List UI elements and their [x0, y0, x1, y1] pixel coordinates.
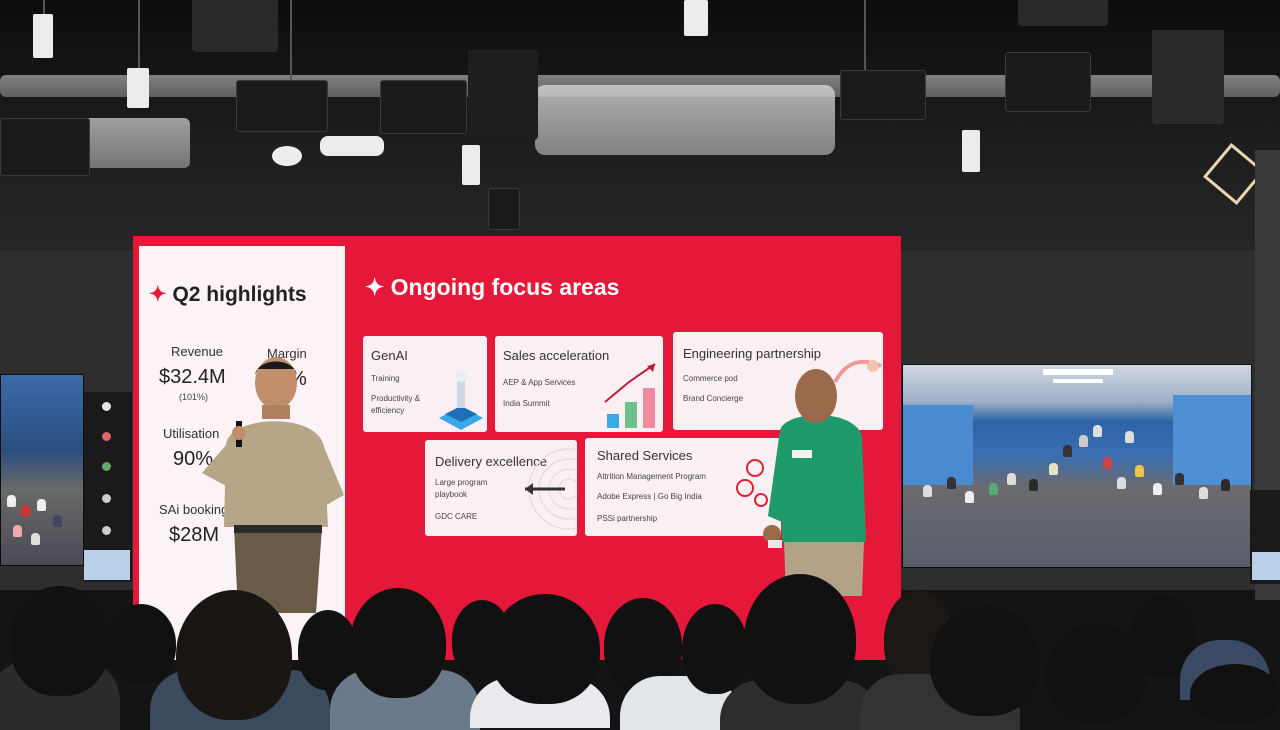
attendee: [7, 495, 16, 507]
light-fixture: [127, 68, 149, 108]
attendee: [53, 515, 62, 527]
attendee: [923, 485, 932, 497]
q2-highlights-title: Q2 highlights: [172, 283, 307, 306]
q2-highlights-heading: ✦ Q2 highlights: [149, 282, 307, 307]
light-fixture: [962, 130, 980, 172]
attendee: [1079, 435, 1088, 447]
participant-avatar: [102, 402, 111, 411]
light-fixture: [462, 145, 480, 185]
attendee: [1117, 477, 1126, 489]
audience-member: [106, 604, 176, 684]
delivery-card-item: Large program: [435, 478, 488, 487]
attendee: [1093, 425, 1102, 437]
attendee: [1063, 445, 1072, 457]
servers-illustration-icon: [435, 366, 485, 430]
delivery-excellence-card: Delivery excellence Large program playbo…: [425, 440, 577, 536]
attendee: [1199, 487, 1208, 499]
pendant-light: [1018, 0, 1108, 26]
attendee: [1103, 457, 1112, 469]
attendee: [1153, 483, 1162, 495]
audience-member: [1190, 664, 1280, 724]
participant-avatar: [102, 462, 111, 471]
sparkle-icon: ✦: [149, 283, 167, 306]
sparkle-icon: ✦: [365, 274, 385, 300]
engineering-card-title: Engineering partnership: [683, 346, 822, 361]
genai-card-item: Training: [371, 374, 400, 383]
genai-card-item: Productivity &: [371, 394, 420, 403]
cable: [864, 0, 866, 72]
audience: [0, 560, 1280, 730]
participant-avatar: [102, 494, 111, 503]
ceiling-light: [1043, 369, 1113, 375]
projector: [1005, 52, 1091, 112]
audience-member: [682, 604, 748, 694]
attendee: [1049, 463, 1058, 475]
audience-member: [490, 594, 600, 704]
trend-up-chart-icon: [603, 358, 661, 430]
pendant-light: [192, 0, 278, 52]
audience-member: [10, 586, 110, 696]
camera: [488, 188, 520, 230]
sales-card-title: Sales acceleration: [503, 348, 610, 363]
engineering-card-item: Commerce pod: [683, 374, 738, 383]
cable: [138, 0, 140, 70]
genai-card-title: GenAI: [371, 348, 408, 363]
shared-card-item: Adobe Express | Go Big India: [597, 492, 702, 501]
audience-member: [176, 590, 292, 720]
left-side-screen: [0, 374, 84, 566]
attendee: [31, 533, 40, 545]
shared-services-card: Shared Services Attrition Management Pro…: [585, 438, 781, 536]
shared-card-item: Attrition Management Program: [597, 472, 706, 481]
projector: [840, 70, 926, 120]
genai-card: GenAI Training Productivity & efficiency: [363, 336, 487, 432]
projector: [380, 80, 467, 134]
light-fixture: [684, 0, 708, 36]
sales-acceleration-card: Sales acceleration AEP & App Services In…: [495, 336, 663, 432]
projector: [0, 118, 90, 176]
engineering-card-item: Brand Concierge: [683, 394, 744, 403]
delivery-card-item: playbook: [435, 490, 468, 499]
attendee: [37, 499, 46, 511]
attendee: [1029, 479, 1038, 491]
sales-card-item: India Summit: [503, 399, 550, 408]
focus-areas-heading: ✦ Ongoing focus areas: [365, 274, 619, 301]
attendee: [965, 491, 974, 503]
air-duct: [535, 85, 835, 155]
shared-card-item: PSSi partnership: [597, 514, 658, 523]
attendee: [1007, 473, 1016, 485]
attendee: [1125, 431, 1134, 443]
audience-member: [350, 588, 446, 698]
ceiling-light: [1053, 379, 1103, 383]
focus-areas-title: Ongoing focus areas: [390, 274, 620, 300]
cable: [290, 0, 292, 86]
attendee: [21, 505, 30, 517]
attendee: [989, 483, 998, 495]
light-fixture: [320, 136, 384, 156]
sales-card-item: AEP & App Services: [503, 378, 576, 387]
right-side-screen: [902, 364, 1252, 568]
audience-member: [930, 606, 1040, 716]
participant-list-panel: [84, 392, 132, 582]
attendee: [1175, 473, 1184, 485]
genai-card-item: efficiency: [371, 406, 405, 415]
window-panel: [1173, 395, 1251, 485]
pendant-light: [468, 50, 538, 140]
light-fixture: [272, 146, 302, 166]
attendee: [1135, 465, 1144, 477]
air-duct: [80, 118, 190, 168]
pendant-light: [1152, 30, 1224, 124]
window-panel: [903, 405, 973, 485]
attendee: [13, 525, 22, 537]
dartboard-icon: [517, 444, 577, 534]
projector: [236, 80, 328, 132]
attendee: [1221, 479, 1230, 491]
light-fixture: [33, 14, 53, 58]
participant-avatar: [102, 432, 111, 441]
audience-member: [744, 574, 856, 704]
participant-avatar: [102, 526, 111, 535]
attendee: [947, 477, 956, 489]
shared-card-title: Shared Services: [597, 448, 693, 463]
delivery-card-item: GDC CARE: [435, 512, 478, 521]
